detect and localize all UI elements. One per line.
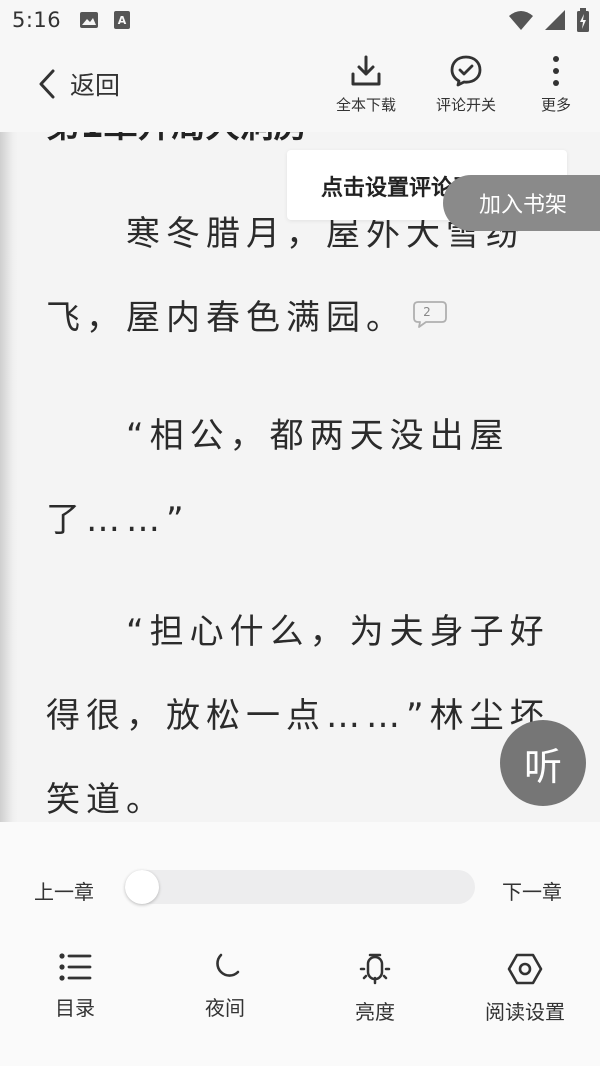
more-vertical-icon — [538, 54, 574, 88]
comment-count-badge[interactable]: 2 — [412, 300, 448, 328]
reader-header: 返回 全本下载 评论开关 更多 — [0, 40, 600, 132]
catalog-label: 目录 — [55, 996, 95, 1020]
comment-toggle-icon — [448, 54, 484, 88]
chapter-progress-slider[interactable] — [125, 870, 475, 904]
night-mode-button[interactable]: 夜间 — [155, 952, 295, 1021]
battery-charging-icon — [576, 8, 590, 32]
download-all-label: 全本下载 — [336, 96, 397, 114]
comment-count-text: 2 — [423, 305, 437, 319]
status-bar: 5:16 A — [0, 0, 600, 40]
download-icon — [349, 54, 383, 88]
svg-text:A: A — [118, 14, 127, 27]
status-time: 5:16 — [12, 8, 62, 32]
brightness-button[interactable]: 亮度 — [305, 952, 445, 1025]
more-label: 更多 — [540, 96, 571, 114]
chevron-left-icon — [38, 69, 56, 99]
add-to-shelf-button[interactable]: 加入书架 — [443, 175, 600, 231]
wifi-icon — [508, 9, 534, 31]
list-icon — [58, 952, 92, 982]
brightness-icon — [358, 952, 392, 986]
a-notification-icon: A — [113, 10, 131, 30]
listen-button[interactable]: 听 — [500, 720, 586, 806]
moon-icon — [209, 952, 241, 982]
more-button[interactable]: 更多 — [538, 54, 574, 115]
night-mode-label: 夜间 — [205, 996, 245, 1020]
reading-settings-button[interactable]: 阅读设置 — [455, 952, 595, 1025]
back-button[interactable]: 返回 — [38, 66, 120, 102]
reader-bottom-panel: 上一章 下一章 目录 夜间 亮度 阅读设置 — [0, 822, 600, 1066]
chapter-title: 第1章开局大洞房 — [46, 132, 308, 147]
catalog-button[interactable]: 目录 — [5, 952, 145, 1021]
image-notification-icon — [79, 11, 99, 29]
settings-hexagon-icon — [507, 952, 543, 986]
back-label: 返回 — [70, 71, 121, 100]
reader-content[interactable]: 第1章开局大洞房 寒冬腊月，屋外大雪纷飞，屋内春色满园。2 “相公，都两天没出屋… — [0, 132, 600, 822]
paragraph: “担心什么，为夫身子好得很，放松一点……”林尘坏笑道。 — [46, 612, 550, 820]
page-edge-shadow — [0, 132, 18, 822]
comment-toggle-label: 评论开关 — [436, 96, 497, 114]
brightness-label: 亮度 — [355, 1000, 395, 1024]
reader-toolbar: 目录 夜间 亮度 阅读设置 — [0, 952, 600, 1042]
chapter-navigation: 上一章 下一章 — [0, 862, 600, 912]
paragraph: “相公，都两天没出屋了……” — [46, 416, 510, 540]
next-chapter-button[interactable]: 下一章 — [502, 876, 562, 905]
paragraph-text: 寒冬腊月，屋外大雪纷飞，屋内春色满园。 — [46, 214, 526, 338]
prev-chapter-button[interactable]: 上一章 — [34, 876, 94, 905]
download-all-button[interactable]: 全本下载 — [336, 54, 396, 115]
reading-settings-label: 阅读设置 — [485, 1000, 565, 1024]
chapter-progress-thumb[interactable] — [125, 870, 159, 904]
comment-toggle-button[interactable]: 评论开关 — [436, 54, 496, 115]
signal-icon — [544, 9, 566, 31]
